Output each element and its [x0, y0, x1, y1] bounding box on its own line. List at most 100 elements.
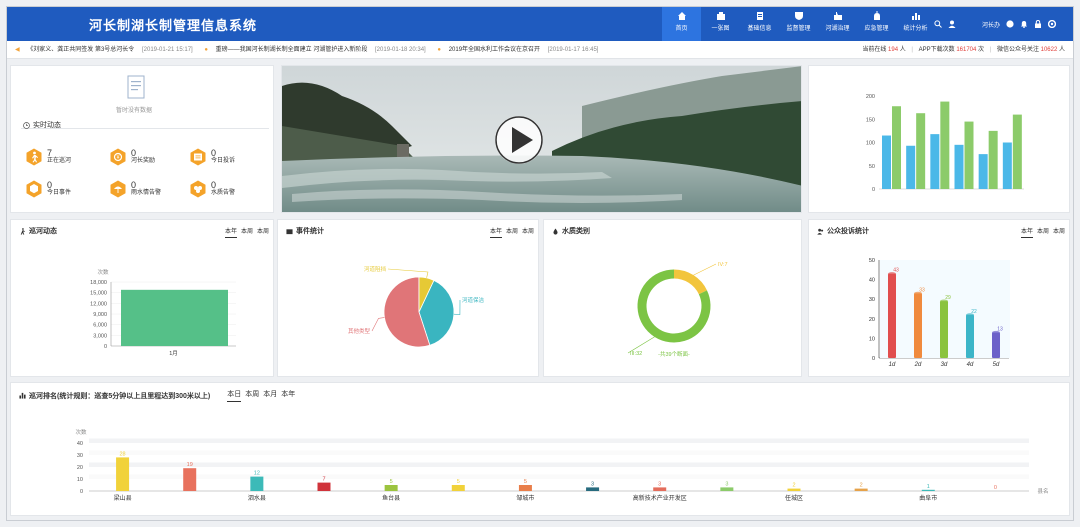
nav-label: 统计分析: [903, 26, 928, 32]
user-icon[interactable]: [948, 20, 956, 28]
help-icon[interactable]: [1006, 20, 1014, 28]
bar: [892, 106, 901, 189]
y-tick-label: 50: [869, 258, 875, 264]
bell-icon[interactable]: [1020, 20, 1028, 28]
tab-week[interactable]: 本周: [241, 226, 253, 238]
realtime-item-patrolling[interactable]: 7 正在巡河: [25, 146, 95, 168]
settings-icon[interactable]: [1048, 20, 1057, 28]
news-item[interactable]: 重磅——我国河长制湖长制全面建立 河湖管护进入新阶段: [216, 47, 368, 53]
bar: [954, 144, 964, 189]
x-tick-label: 泗水县: [248, 494, 266, 502]
tab-week[interactable]: 本周: [257, 226, 269, 238]
stat-unit: 次: [978, 47, 985, 53]
donut-label: III:32: [630, 351, 642, 357]
patrol-bar-chart: 次数 18,000 15,000 12,000 9,000 6,000 3,000 0 1月: [90, 268, 236, 357]
stat-value: 161704: [956, 47, 977, 53]
y-tick-label: 10: [869, 336, 875, 342]
data-label: 5: [524, 479, 527, 485]
bar: [787, 488, 801, 491]
realtime-panel: 暂时没有数据 实时动态 7 正在巡河 ¥ 0 河长奖励 0 今日投诉 0 今日事件 0雨…: [10, 65, 274, 213]
stat-unit: 人: [1058, 47, 1065, 53]
x-tick-label: 曲阜市: [919, 494, 937, 502]
y-tick-label: 9,000: [93, 312, 107, 318]
nav-label: 一张图: [711, 26, 730, 32]
grid-band: [89, 474, 1029, 479]
tab-year[interactable]: 本年: [1020, 226, 1033, 238]
x-tick-label: 1d: [889, 362, 896, 368]
river-video-thumbnail[interactable]: [282, 66, 802, 213]
nav-item-basic-info[interactable]: 基础信息: [740, 7, 779, 41]
nav-label: 河湖治理: [825, 26, 850, 32]
y-tick-label: 10: [77, 477, 83, 483]
realtime-title: 实时动态: [23, 120, 61, 130]
realtime-item-water-alert[interactable]: 0 水质告警: [189, 178, 259, 200]
news-item[interactable]: 2019年全国水利工作会议在京召开: [449, 47, 540, 53]
user-role-label[interactable]: 河长办: [982, 20, 1000, 29]
bar: [116, 457, 130, 491]
event-pie-chart: 河道保洁其他类型 河道阻挡: [348, 265, 485, 348]
nav-item-supervision[interactable]: 监督管理: [779, 7, 818, 41]
news-ticker: ◀ 《刘家义、龚正共同签发 第3号总河长令 [2019-01-21 15:17]…: [7, 41, 1073, 59]
bar: [183, 468, 197, 491]
realtime-item-rain-alert[interactable]: 0 雨水情告警: [109, 178, 179, 200]
realtime-label: 雨水情告警: [131, 190, 162, 196]
nav-label: 应急管理: [864, 26, 889, 32]
tab-week[interactable]: 本周: [522, 226, 534, 238]
realtime-label: 正在巡河: [47, 158, 72, 164]
data-label: 19: [187, 462, 193, 468]
app-window: 河长制湖长制管理信息系统 首页 一张图 基础信息 监督管理 河湖治理 应急管理 …: [6, 6, 1074, 521]
bar: [978, 154, 988, 189]
y-tick-label: 150: [866, 117, 875, 123]
nav-item-emergency[interactable]: 应急管理: [857, 7, 896, 41]
tab-year[interactable]: 本年: [489, 226, 502, 238]
panel-title-text: 巡河动态: [29, 228, 57, 235]
nav-item-statistics[interactable]: 统计分析: [896, 7, 935, 41]
y-tick-label: 18,000: [90, 280, 107, 286]
pie-label-line: [453, 299, 461, 315]
data-label: 12: [254, 471, 260, 477]
data-label: 33: [919, 287, 925, 293]
bar: [916, 113, 926, 189]
x-tick-label: 2d: [914, 362, 922, 368]
news-item[interactable]: 《刘家义、龚正共同签发 第3号总河长令: [27, 47, 134, 53]
nav-label: 首页: [675, 26, 688, 32]
data-label: 13: [997, 327, 1003, 333]
y-tick-label: 40: [77, 441, 83, 447]
x-tick-label: 4d: [967, 362, 974, 368]
bar: [250, 476, 264, 491]
pie-label-line: [371, 317, 385, 332]
nav-item-home[interactable]: 首页: [662, 7, 701, 41]
complaint-icon: [190, 148, 206, 166]
realtime-label: 今日事件: [47, 190, 72, 196]
document-icon: [756, 12, 763, 20]
search-icon[interactable]: [934, 20, 942, 28]
realtime-item-complaints[interactable]: 0 今日投诉: [189, 146, 259, 168]
tab-week[interactable]: 本周: [506, 226, 518, 238]
lock-icon[interactable]: [1034, 20, 1042, 28]
app-title: 河长制湖长制管理信息系统: [89, 18, 258, 33]
y-tick-label: 3,000: [93, 333, 107, 339]
realtime-item-reward[interactable]: ¥ 0 河长奖励: [109, 146, 179, 168]
bar: [317, 482, 331, 491]
realtime-item-events[interactable]: 0 今日事件: [25, 178, 95, 200]
y-tick-label: 0: [872, 356, 875, 362]
video-panel: [281, 65, 802, 213]
bar: [121, 289, 228, 346]
nav-item-governance[interactable]: 河湖治理: [818, 7, 857, 41]
top-right-tools: 河长办: [934, 7, 1057, 41]
realtime-value: 0: [47, 180, 53, 190]
tab-week[interactable]: 本周: [1053, 226, 1065, 238]
tab-week[interactable]: 本周: [1037, 226, 1049, 238]
realtime-value: 0: [211, 180, 217, 190]
y-tick-label: 6,000: [93, 323, 107, 329]
y-tick-label: 50: [869, 164, 875, 170]
rain-alert-icon: [110, 180, 126, 198]
reward-icon: ¥: [110, 148, 126, 166]
donut-label-line: [693, 263, 717, 276]
pie-label: 其他类型: [348, 327, 371, 335]
tab-year[interactable]: 本年: [224, 226, 237, 238]
people-icon: [817, 228, 824, 235]
bar: [384, 485, 398, 491]
nav-item-map[interactable]: 一张图: [701, 7, 740, 41]
realtime-label: 今日投诉: [211, 158, 236, 164]
